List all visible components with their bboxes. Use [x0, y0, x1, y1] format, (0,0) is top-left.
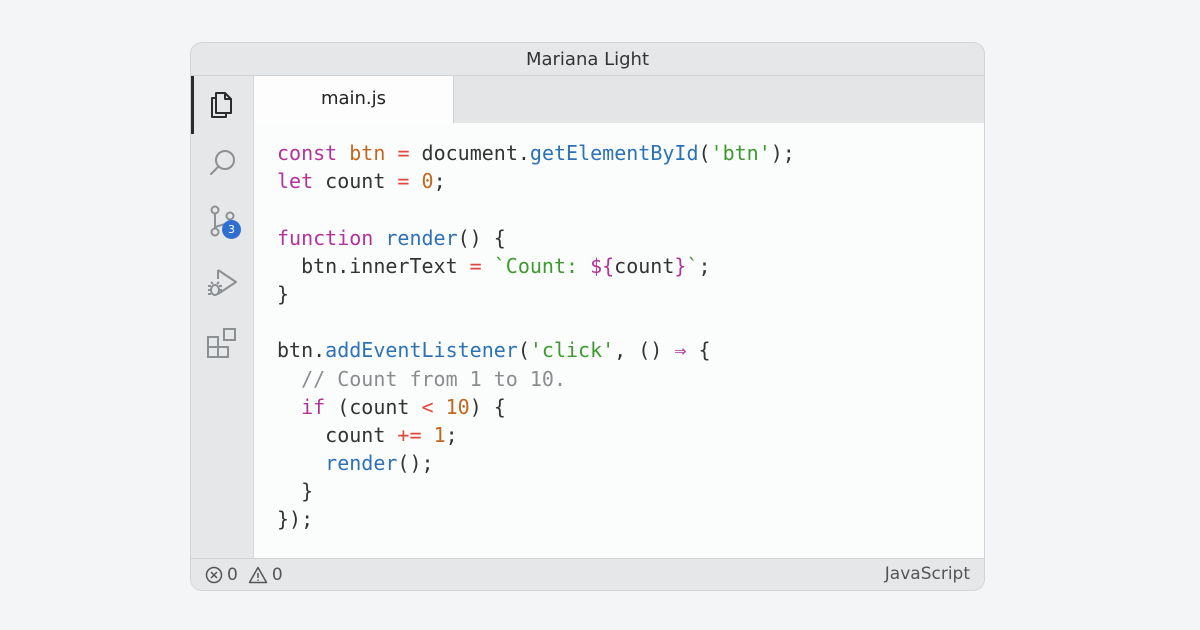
- status-bar: 0 0 JavaScript: [191, 558, 984, 590]
- code-line[interactable]: btn.addEventListener('click', () ⇒ {: [277, 336, 795, 364]
- code-token: +=: [397, 422, 422, 447]
- code-line[interactable]: count += 1;: [277, 421, 795, 449]
- tab-main-js[interactable]: main.js: [254, 76, 454, 124]
- code-token: ;: [445, 422, 458, 447]
- code-token: count: [313, 169, 398, 194]
- code-line[interactable]: const btn = document.getElementById('btn…: [277, 139, 795, 167]
- run-debug-icon: [208, 269, 237, 296]
- source-control-button[interactable]: 3: [191, 192, 253, 250]
- code-token: });: [277, 507, 314, 532]
- code-token: ();: [397, 451, 434, 476]
- editor-window: Mariana Light 3 main.js const btn = docu…: [190, 42, 985, 591]
- code-line[interactable]: function render() {: [277, 224, 795, 252]
- code-token: // Count from 1 to 10.: [301, 366, 566, 391]
- code-token: }: [674, 253, 687, 278]
- run-debug-button[interactable]: [191, 254, 253, 312]
- code-token: , (): [614, 338, 675, 363]
- code-token: `: [686, 253, 699, 278]
- code-content[interactable]: const btn = document.getElementById('btn…: [277, 139, 795, 534]
- language-mode[interactable]: JavaScript: [885, 564, 970, 584]
- code-token: ) {: [469, 394, 506, 419]
- code-token: render: [325, 451, 398, 476]
- code-token: render: [385, 225, 458, 250]
- code-token: () {: [457, 225, 506, 250]
- code-token: 1: [433, 422, 446, 447]
- code-token: {: [686, 338, 711, 363]
- source-control-badge: 3: [222, 220, 241, 239]
- code-line[interactable]: });: [277, 505, 795, 533]
- extensions-button[interactable]: [191, 314, 253, 372]
- code-token: <: [421, 394, 434, 419]
- extensions-icon: [207, 328, 236, 358]
- code-token: count: [614, 253, 675, 278]
- search-icon: [210, 150, 235, 175]
- code-token: let: [277, 169, 314, 194]
- code-token: btn.: [277, 338, 326, 363]
- code-token: if: [301, 394, 326, 419]
- code-token: `Count:: [493, 253, 591, 278]
- code-token: (: [517, 338, 530, 363]
- code-line[interactable]: }: [277, 477, 795, 505]
- code-token: 10: [445, 394, 470, 419]
- code-line[interactable]: btn.innerText = `Count: ${count}`;: [277, 252, 795, 280]
- code-line[interactable]: }: [277, 280, 795, 308]
- warning-count: 0: [271, 565, 283, 585]
- code-line[interactable]: if (count < 10) {: [277, 393, 795, 421]
- code-token: addEventListener: [325, 338, 518, 363]
- code-token: (: [698, 141, 711, 165]
- code-token: function: [277, 225, 374, 250]
- code-line[interactable]: [277, 308, 795, 336]
- code-token: getElementById: [529, 141, 699, 165]
- code-token: =: [397, 141, 410, 165]
- error-count: 0: [227, 565, 238, 585]
- code-editor[interactable]: const btn = document.getElementById('btn…: [254, 123, 984, 558]
- code-token: =: [469, 253, 482, 278]
- code-token: 'click': [529, 338, 615, 363]
- code-line[interactable]: // Count from 1 to 10.: [277, 365, 795, 393]
- tab-bar: main.js: [254, 76, 984, 124]
- code-token: const: [277, 141, 338, 165]
- code-token: btn: [349, 141, 386, 165]
- code-line[interactable]: [277, 195, 795, 223]
- code-line[interactable]: let count = 0;: [277, 167, 795, 195]
- warning-icon: [248, 566, 268, 584]
- code-token: ;: [698, 253, 711, 278]
- files-icon: [211, 92, 232, 118]
- code-token: }: [277, 479, 314, 504]
- code-token: (count: [325, 394, 422, 419]
- window-title: Mariana Light: [191, 43, 984, 76]
- search-button[interactable]: [191, 134, 253, 192]
- code-token: count: [277, 422, 398, 447]
- code-token: document.: [409, 141, 530, 165]
- code-token: =: [397, 169, 410, 194]
- explorer-button[interactable]: [191, 76, 253, 134]
- code-token: }: [277, 281, 290, 306]
- code-token: ;: [433, 169, 446, 194]
- code-token: btn.innerText: [277, 253, 470, 278]
- code-token: 0: [421, 169, 434, 194]
- code-token: );: [770, 141, 795, 165]
- code-token: 'btn': [710, 141, 771, 165]
- problems-indicator[interactable]: 0 0: [205, 565, 283, 585]
- code-line[interactable]: render();: [277, 449, 795, 477]
- activity-bar: 3: [191, 76, 254, 558]
- error-icon: [205, 566, 223, 584]
- code-token: ⇒: [674, 338, 687, 363]
- code-token: ${: [590, 253, 615, 278]
